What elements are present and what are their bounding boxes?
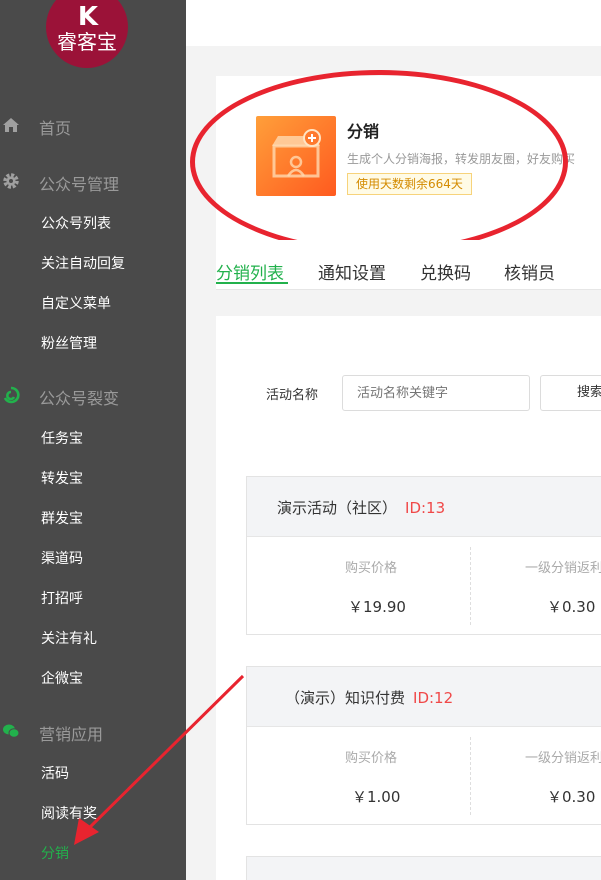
nav-group-label: 首页 xyxy=(39,119,72,138)
home-icon xyxy=(3,118,19,132)
logo-text: 睿客宝 xyxy=(57,30,117,54)
price-label: 购买价格 xyxy=(345,561,398,576)
fission-icon xyxy=(3,386,20,404)
tab-bar: 分销列表 通知设置 兑换码 核销员 xyxy=(216,240,601,290)
sidebar-item-read-reward[interactable]: 阅读有奖 xyxy=(41,803,97,823)
wechat-icon xyxy=(3,724,20,738)
tab-redeem-code[interactable]: 兑换码 xyxy=(420,259,471,284)
activity-id: ID:13 xyxy=(405,499,446,517)
sidebar-item-follow-gift[interactable]: 关注有礼 xyxy=(41,628,97,648)
gear-icon xyxy=(3,173,19,189)
sidebar-item-task[interactable]: 任务宝 xyxy=(41,428,83,448)
nav-group-account[interactable]: 公众号管理 xyxy=(0,166,186,196)
activity-id: ID:12 xyxy=(413,689,454,707)
content-card: 活动名称 搜索 演示活动（社区） ID:13 购买价格 ￥19.90 一级分销返利… xyxy=(216,316,601,880)
rebate-label: 一级分销返利 xyxy=(525,561,601,576)
sidebar-item-wecom[interactable]: 企微宝 xyxy=(41,668,83,688)
sidebar-item-live-code[interactable]: 活码 xyxy=(41,763,69,783)
search-input[interactable] xyxy=(342,375,530,411)
sidebar-item-distribution[interactable]: 分销 xyxy=(41,843,69,863)
nav-group-fission[interactable]: 公众号裂变 xyxy=(0,380,186,410)
top-bar xyxy=(186,0,601,46)
nav-group-marketing[interactable]: 营销应用 xyxy=(0,716,186,746)
activity-header: （演示）知识付费 ID:12 xyxy=(247,667,601,727)
active-tab-underline xyxy=(216,282,288,284)
sidebar-item-channel-code[interactable]: 渠道码 xyxy=(41,548,83,568)
activity-header xyxy=(247,857,601,880)
activity-name: 演示活动（社区） xyxy=(277,499,398,517)
rebate-value: ￥0.30 xyxy=(547,598,596,616)
activity-header: 演示活动（社区） ID:13 xyxy=(247,477,601,537)
sidebar-item-fans[interactable]: 粉丝管理 xyxy=(41,333,97,353)
activity-title: （演示）知识付费 ID:12 xyxy=(285,687,453,708)
activity-card[interactable] xyxy=(246,856,601,880)
sidebar-item-auto-reply[interactable]: 关注自动回复 xyxy=(41,253,125,273)
tab-verifier[interactable]: 核销员 xyxy=(504,259,555,284)
nav-home[interactable]: 首页 xyxy=(0,110,186,140)
rebate-value: ￥0.30 xyxy=(547,788,596,806)
sidebar-item-greeting[interactable]: 打招呼 xyxy=(41,588,83,608)
search-button[interactable]: 搜索 xyxy=(540,375,601,411)
tab-notification-settings[interactable]: 通知设置 xyxy=(318,259,386,284)
activity-card[interactable]: （演示）知识付费 ID:12 购买价格 ￥1.00 一级分销返利 ￥0.30 xyxy=(246,666,601,825)
nav-group-label: 公众号管理 xyxy=(39,175,120,194)
tab-distribution-list[interactable]: 分销列表 xyxy=(216,259,284,284)
activity-card[interactable]: 演示活动（社区） ID:13 购买价格 ￥19.90 一级分销返利 ￥0.30 xyxy=(246,476,601,635)
rebate-label: 一级分销返利 xyxy=(525,751,601,766)
sidebar-item-account-list[interactable]: 公众号列表 xyxy=(41,213,111,233)
column-divider xyxy=(470,737,471,815)
column-divider xyxy=(470,547,471,625)
nav-group-label: 公众号裂变 xyxy=(39,389,120,408)
price-label: 购买价格 xyxy=(345,751,398,766)
logo: K 睿客宝 xyxy=(46,0,128,68)
nav-group-label: 营销应用 xyxy=(39,725,104,744)
price-value: ￥1.00 xyxy=(352,788,401,806)
activity-title: 演示活动（社区） ID:13 xyxy=(277,497,445,518)
sidebar-item-custom-menu[interactable]: 自定义菜单 xyxy=(41,293,111,313)
search-label: 活动名称 xyxy=(266,388,319,403)
sidebar-item-forward[interactable]: 转发宝 xyxy=(41,468,83,488)
sidebar: K 睿客宝 首页 公众号管理 公众号列表 关注自动回复 自定义菜单 粉丝管理 公… xyxy=(0,0,186,880)
activity-name: （演示）知识付费 xyxy=(285,689,406,707)
price-value: ￥19.90 xyxy=(348,598,406,616)
sidebar-item-mass[interactable]: 群发宝 xyxy=(41,508,83,528)
annotation-oval xyxy=(190,70,568,254)
